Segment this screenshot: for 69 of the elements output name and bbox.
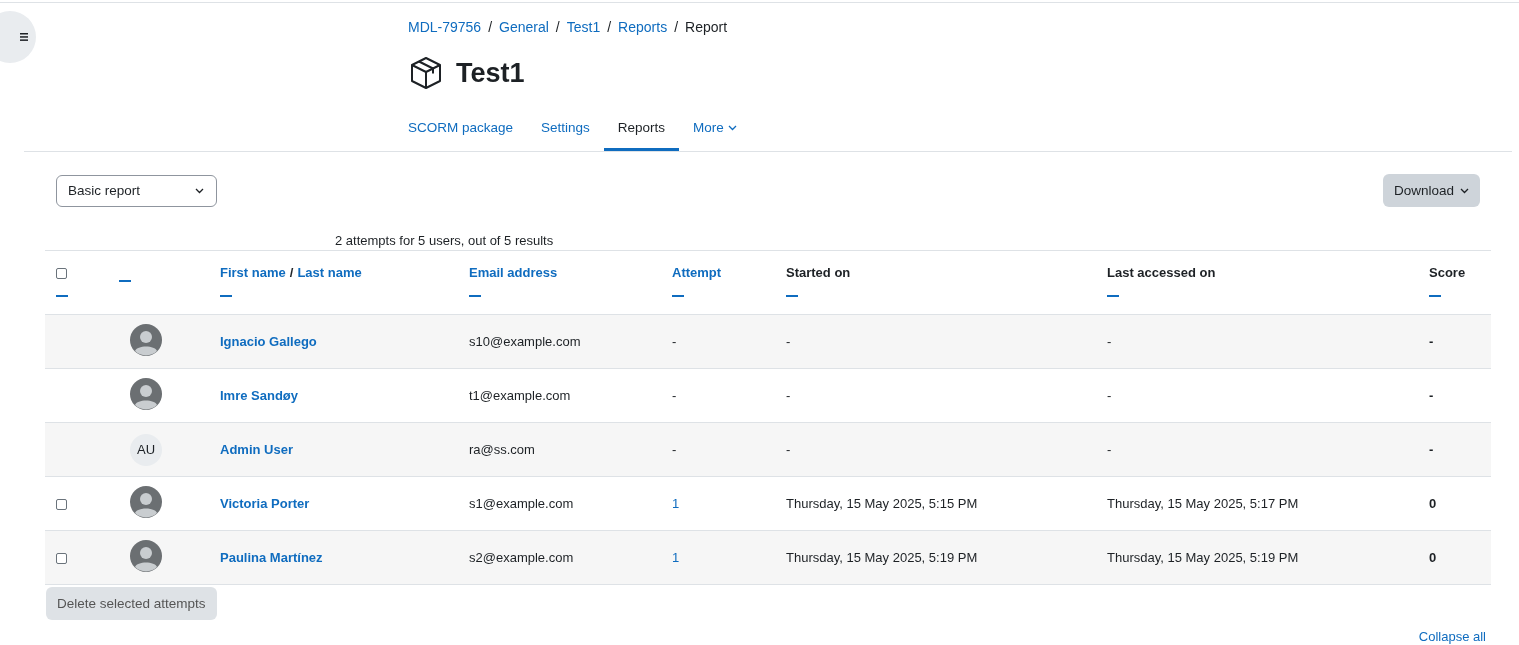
attempt-cell: - <box>672 334 677 349</box>
breadcrumb-link[interactable]: General <box>499 19 549 35</box>
email-cell: t1@example.com <box>469 388 571 403</box>
column-sort-link[interactable]: Last name <box>297 265 362 280</box>
tab[interactable]: More <box>679 111 751 151</box>
page-title: Test1 <box>456 57 525 89</box>
user-name-link[interactable]: Ignacio Gallego <box>220 334 317 349</box>
column-sort-link[interactable]: Email address <box>469 265 558 280</box>
caret-icon <box>195 187 204 194</box>
last-accessed-cell: - <box>1107 388 1112 403</box>
collapse-all-link[interactable]: Collapse all <box>1418 629 1486 644</box>
score-cell: 0 <box>1429 496 1437 511</box>
column-header: Started on <box>786 265 851 280</box>
column-sort-link[interactable]: First name <box>220 265 286 280</box>
started-on-cell: - <box>786 442 791 457</box>
checkbox[interactable] <box>56 268 67 280</box>
score-cell: 0 <box>1429 550 1437 565</box>
breadcrumb-current: Report <box>685 19 728 35</box>
column-header: / <box>289 265 294 280</box>
tab[interactable]: SCORM package <box>394 111 528 151</box>
breadcrumb-link[interactable]: Test1 <box>566 19 601 35</box>
column-sort-link[interactable]: Attempt <box>672 265 722 280</box>
attempt-cell: - <box>672 388 677 403</box>
attempt-cell: - <box>672 442 677 457</box>
user-name-link[interactable]: Admin User <box>220 442 293 457</box>
caret-icon <box>1460 187 1469 194</box>
started-on-cell: - <box>786 388 791 403</box>
column-header: Last accessed on <box>1107 265 1216 280</box>
attempt-number-link[interactable]: 1 <box>672 496 680 511</box>
breadcrumb-link[interactable]: MDL-79756 <box>408 19 482 35</box>
tab[interactable]: Settings <box>527 111 604 151</box>
breadcrumb-separator: / <box>607 19 612 35</box>
breadcrumb-link[interactable]: Reports <box>618 19 668 35</box>
caret-icon <box>727 124 737 131</box>
menu-icon <box>20 33 28 41</box>
started-on-cell: Thursday, 15 May 2025, 5:19 PM <box>786 550 978 565</box>
attempt-number-link[interactable]: 1 <box>672 550 680 565</box>
user-avatar-icon <box>130 324 162 356</box>
user-avatar-icon <box>130 540 162 572</box>
results-summary: 2 attempts for 5 users, out of 5 results <box>335 233 555 250</box>
score-cell: - <box>1429 334 1434 349</box>
breadcrumb-separator: / <box>555 19 560 35</box>
checkbox[interactable] <box>56 499 67 511</box>
last-accessed-cell: - <box>1107 334 1112 349</box>
breadcrumb-separator: / <box>488 19 493 35</box>
download-button[interactable]: Download <box>1382 174 1480 207</box>
checkbox[interactable] <box>56 553 67 565</box>
package-box-icon <box>408 55 444 91</box>
tab[interactable]: Reports <box>603 111 680 151</box>
started-on-cell: - <box>786 334 791 349</box>
last-accessed-cell: Thursday, 15 May 2025, 5:17 PM <box>1107 496 1299 511</box>
user-initials-avatar: AU <box>130 433 162 466</box>
email-cell: ra@ss.com <box>469 442 535 457</box>
email-cell: s1@example.com <box>469 496 574 511</box>
user-name-link[interactable]: Victoria Porter <box>220 496 310 511</box>
last-accessed-cell: Thursday, 15 May 2025, 5:19 PM <box>1107 550 1299 565</box>
user-avatar-icon <box>130 486 162 518</box>
score-cell: - <box>1429 388 1434 403</box>
breadcrumb-separator: / <box>674 19 679 35</box>
email-cell: s2@example.com <box>469 550 574 565</box>
user-avatar-icon <box>130 378 162 410</box>
user-name-link[interactable]: Paulina Martínez <box>220 550 323 565</box>
user-name-link[interactable]: Imre Sandøy <box>220 388 299 403</box>
email-cell: s10@example.com <box>469 334 581 349</box>
score-cell: - <box>1429 442 1434 457</box>
column-header: Score <box>1429 265 1466 280</box>
started-on-cell: Thursday, 15 May 2025, 5:15 PM <box>786 496 978 511</box>
last-accessed-cell: - <box>1107 442 1112 457</box>
report-type-select[interactable]: Basic report <box>56 174 217 207</box>
